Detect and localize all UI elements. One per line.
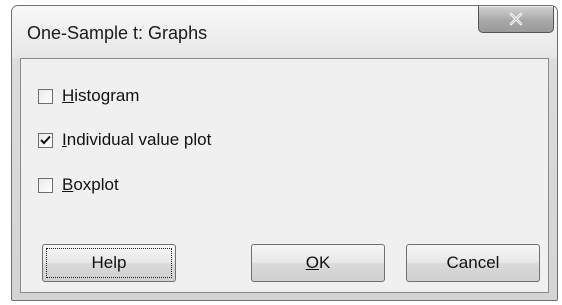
dialog-client-area: Histogram Individual value plot Boxplot … [20, 58, 549, 293]
close-icon [509, 12, 523, 26]
ok-button[interactable]: OK [251, 244, 385, 282]
boxplot-label: Boxplot [62, 175, 119, 194]
close-button[interactable] [478, 6, 554, 33]
individual-value-plot-option[interactable]: Individual value plot [38, 130, 211, 150]
title-bar[interactable]: One-Sample t: Graphs [12, 6, 557, 58]
boxplot-checkbox[interactable] [38, 177, 53, 193]
individual-value-plot-label: Individual value plot [62, 130, 212, 149]
checkmark-icon [40, 135, 51, 145]
cancel-button[interactable]: Cancel [406, 244, 540, 282]
dialog-window: One-Sample t: Graphs Histogram Individua… [11, 5, 558, 301]
histogram-label: Histogram [62, 86, 140, 105]
help-button-label: Help [91, 253, 127, 272]
individual-value-plot-checkbox[interactable] [38, 132, 53, 148]
histogram-checkbox[interactable] [38, 88, 53, 104]
histogram-option[interactable]: Histogram [38, 86, 139, 106]
ok-button-label: OK [305, 253, 331, 272]
cancel-button-label: Cancel [446, 253, 500, 272]
dialog-title: One-Sample t: Graphs [27, 23, 208, 43]
help-button[interactable]: Help [42, 244, 176, 282]
boxplot-option[interactable]: Boxplot [38, 175, 119, 195]
